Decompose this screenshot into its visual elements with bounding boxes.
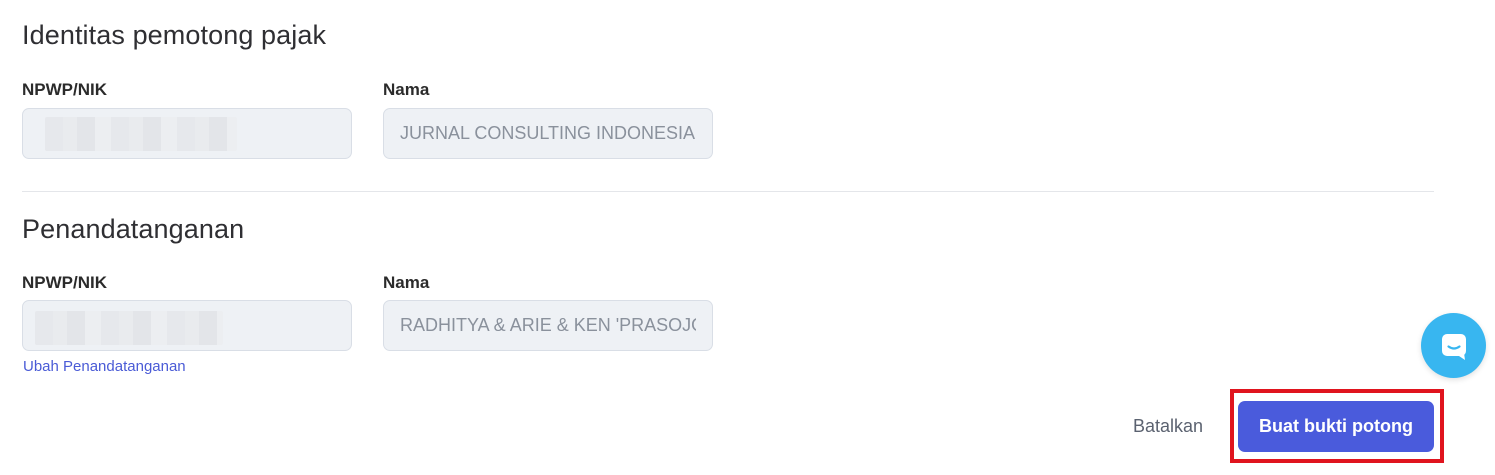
change-signer-link[interactable]: Ubah Penandatanganan [23, 358, 186, 375]
signer-name-field[interactable] [383, 300, 713, 351]
withholder-section-title: Identitas pemotong pajak [22, 20, 327, 50]
signer-section-title: Penandatanganan [22, 214, 245, 244]
withholder-npwp-label: NPWP/NIK [22, 80, 107, 99]
withholder-npwp-field[interactable] [22, 108, 352, 159]
withholder-name-field[interactable] [383, 108, 713, 159]
cancel-button[interactable]: Batalkan [1118, 402, 1218, 450]
redacted-value [35, 311, 223, 345]
signer-name-label: Nama [383, 273, 430, 292]
signer-npwp-field[interactable] [22, 300, 352, 351]
withholder-name-label: Nama [383, 80, 430, 99]
create-slip-button[interactable]: Buat bukti potong [1238, 401, 1434, 452]
create-withholding-slip-form: Identitas pemotong pajak NPWP/NIK Nama P… [0, 0, 1495, 475]
chat-icon [1441, 333, 1466, 360]
signer-npwp-label: NPWP/NIK [22, 273, 107, 292]
chat-widget-button[interactable] [1421, 313, 1486, 378]
redacted-value [45, 117, 237, 151]
section-divider [22, 191, 1434, 192]
